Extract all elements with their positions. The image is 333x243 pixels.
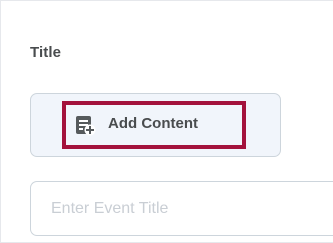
add-content-label: Add Content: [108, 114, 198, 132]
add-content-button[interactable]: Add Content: [30, 93, 281, 157]
title-label: Title: [30, 44, 62, 61]
add-content-icon: [74, 114, 96, 136]
add-content-highlight: Add Content: [62, 101, 246, 149]
event-title-input[interactable]: [30, 181, 333, 236]
event-form-panel: Title Add Content: [0, 0, 333, 243]
